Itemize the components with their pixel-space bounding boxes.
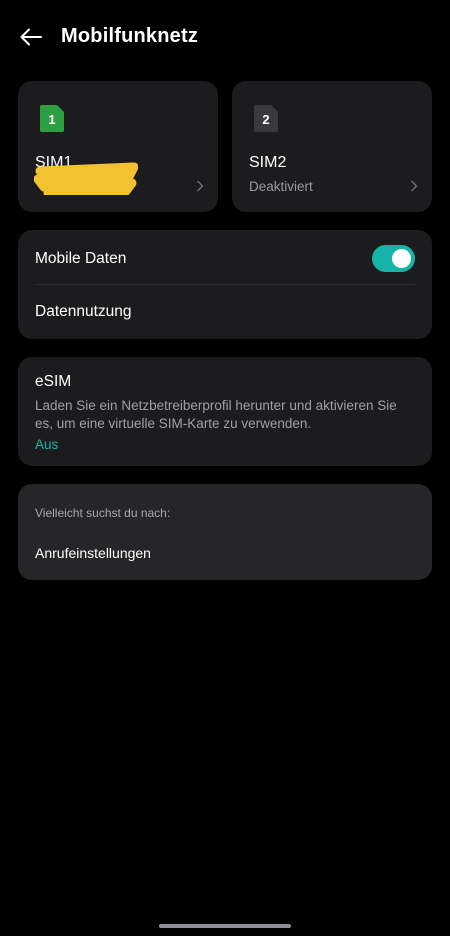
esim-card[interactable]: eSIM Laden Sie ein Netzbetreiberprofil h…	[18, 357, 432, 466]
sim1-number: 1	[48, 112, 55, 127]
mobile-data-toggle[interactable]	[372, 245, 415, 272]
chevron-right-icon	[410, 180, 418, 192]
app-bar: Mobilfunknetz	[0, 18, 450, 56]
redaction-scribble	[34, 162, 138, 195]
sim-card-icon: 1	[40, 105, 64, 132]
back-button[interactable]	[16, 22, 46, 52]
suggestion-call-settings[interactable]: Anrufeinstellungen	[35, 545, 151, 561]
sim2-number: 2	[262, 112, 269, 127]
data-usage-item[interactable]: Datennutzung	[35, 303, 132, 321]
sim2-label: SIM2	[249, 154, 287, 171]
divider	[35, 284, 415, 285]
chevron-right-icon	[196, 180, 204, 192]
arrow-left-icon	[20, 28, 42, 46]
sim1-card[interactable]: 1 SIM1	[18, 81, 218, 212]
home-indicator[interactable]	[159, 924, 291, 928]
suggestions-heading: Vielleicht suchst du nach:	[35, 506, 171, 520]
toggle-knob	[392, 249, 411, 268]
esim-description: Laden Sie ein Netzbetreiberprofil herunt…	[35, 398, 397, 431]
page-title: Mobilfunknetz	[61, 25, 199, 47]
sim2-card[interactable]: 2 SIM2 Deaktiviert	[232, 81, 432, 212]
sim2-status: Deaktiviert	[249, 179, 313, 194]
mobile-data-label: Mobile Daten	[35, 250, 127, 267]
suggestions-card: Vielleicht suchst du nach: Anrufeinstell…	[18, 484, 432, 580]
esim-title: eSIM	[35, 373, 72, 390]
mobile-data-card: Mobile Daten Datennutzung	[18, 230, 432, 339]
esim-status: Aus	[35, 437, 59, 452]
sim-card-icon: 2	[254, 105, 278, 132]
